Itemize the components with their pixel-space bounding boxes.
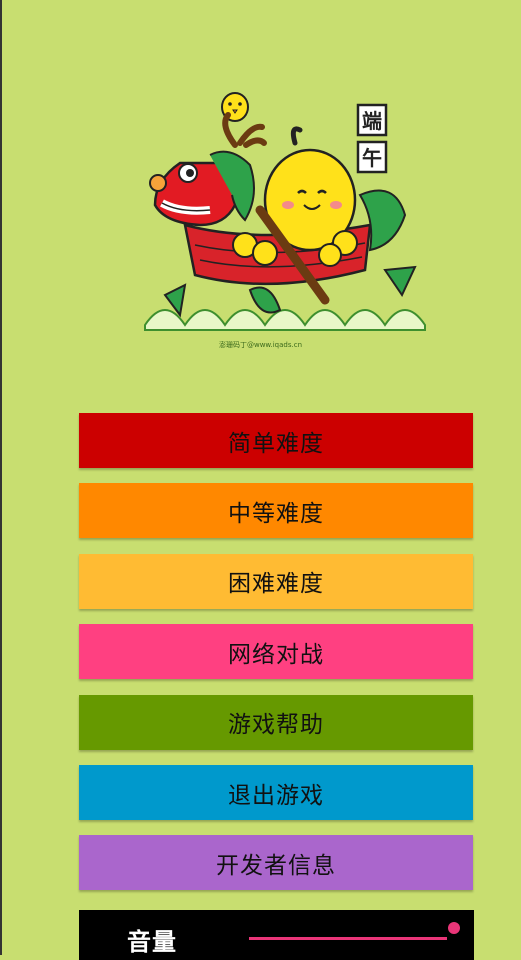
dragon-head-icon [149, 150, 255, 227]
developer-info-button[interactable]: 开发者信息 [79, 835, 473, 891]
easy-difficulty-button[interactable]: 简单难度 [79, 413, 473, 468]
volume-control: 音量 [79, 910, 474, 960]
volume-slider-track[interactable] [249, 937, 447, 940]
exit-game-button[interactable]: 退出游戏 [79, 765, 473, 820]
left-edge-line [0, 0, 2, 955]
dragon-boat-illustration: 端 午 [144, 92, 426, 331]
artist-credit: 澎珊码丁@www.iqads.cn [218, 341, 303, 349]
volume-slider-thumb[interactable] [448, 922, 460, 934]
svg-text:午: 午 [362, 146, 382, 170]
duanwu-badge-icon: 端 午 [356, 103, 388, 174]
hard-difficulty-button[interactable]: 困难难度 [79, 553, 473, 609]
medium-difficulty-button[interactable]: 中等难度 [79, 483, 473, 539]
game-help-button[interactable]: 游戏帮助 [79, 694, 473, 750]
svg-text:端: 端 [362, 109, 382, 133]
waves-icon [144, 309, 426, 331]
volume-label: 音量 [127, 928, 177, 956]
online-battle-button[interactable]: 网络对战 [79, 624, 473, 680]
